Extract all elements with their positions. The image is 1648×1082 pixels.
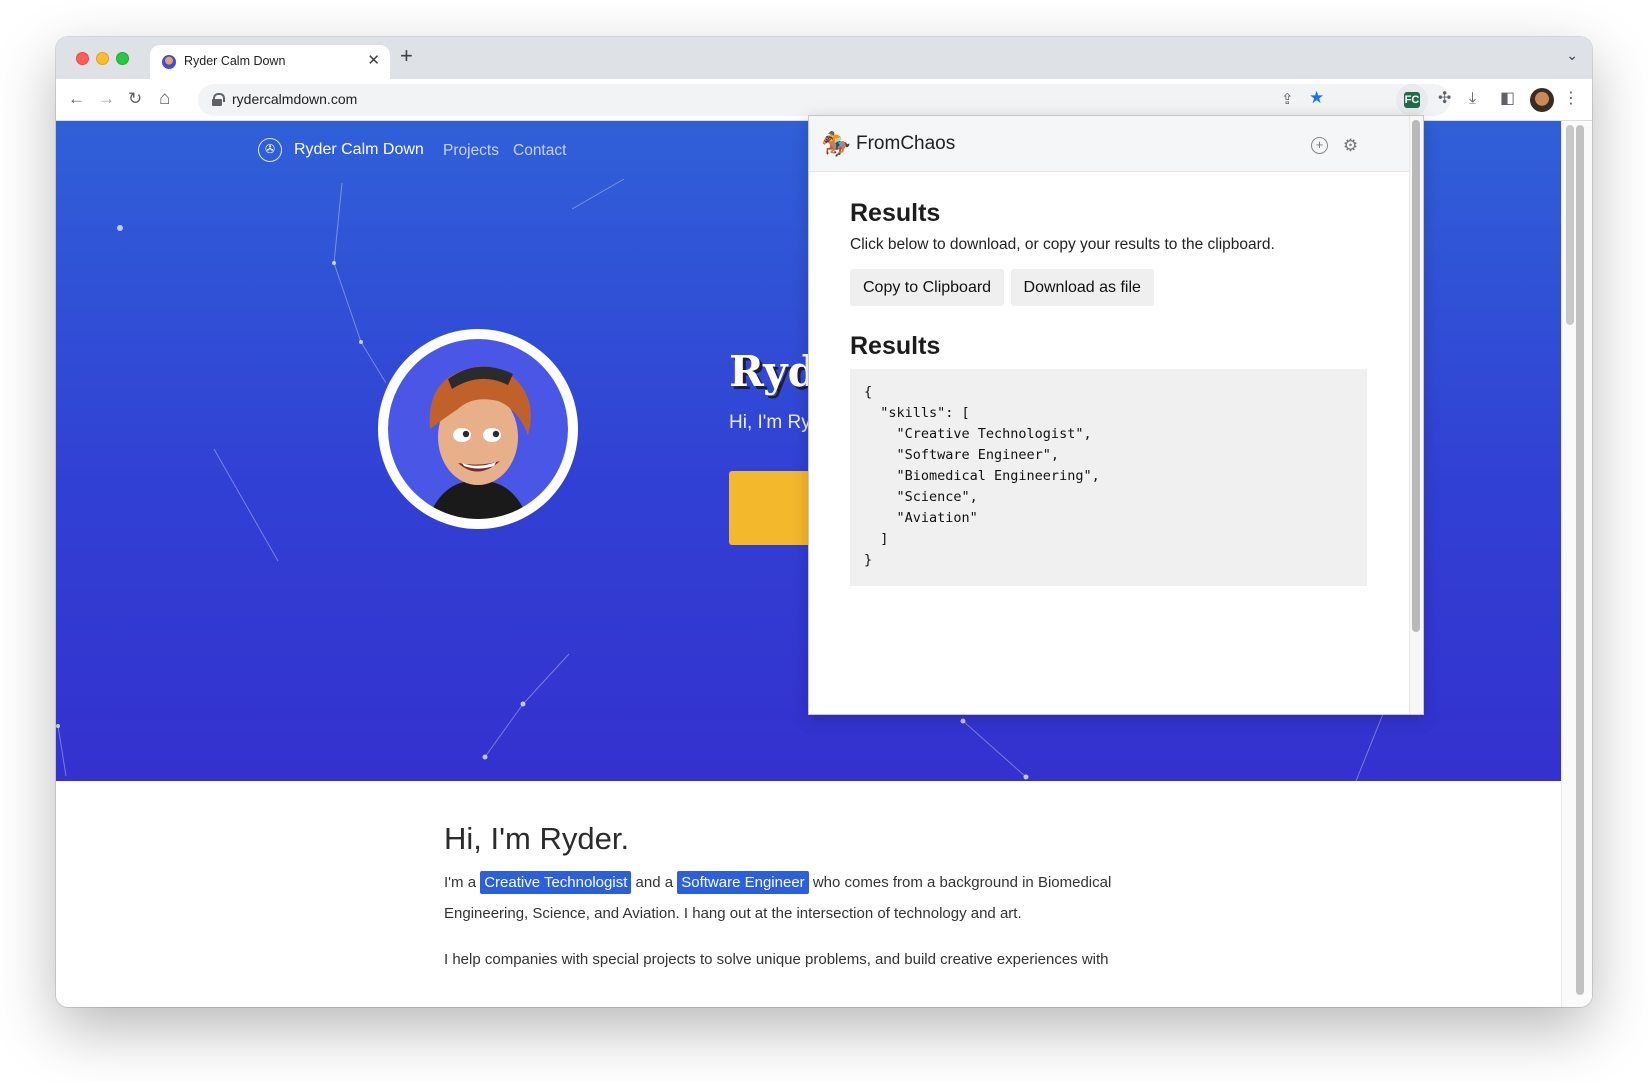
tab-favicon-icon [162, 55, 176, 69]
popup-header: 🏇 FromChaos + ⚙ [809, 116, 1423, 172]
maximize-window-button[interactable] [116, 52, 129, 65]
extensions-puzzle-icon[interactable]: ✣ [1438, 89, 1451, 109]
about-section: Hi, I'm Ryder. I'm a Creative Technologi… [444, 821, 1164, 975]
fromchaos-extension-icon: FC [1404, 92, 1420, 108]
about-mid: and a [635, 874, 674, 891]
share-icon[interactable]: ⇪ [1281, 90, 1294, 108]
popup-scrollbar-thumb[interactable] [1412, 120, 1420, 632]
add-icon[interactable]: + [1311, 137, 1328, 154]
fromchaos-extension-button[interactable]: FC [1396, 84, 1428, 116]
side-panel-icon[interactable]: ◧ [1500, 89, 1515, 109]
settings-gear-icon[interactable]: ⚙ [1342, 137, 1359, 154]
home-button[interactable]: ⌂ [159, 89, 170, 109]
fromchaos-extension-popup: 🏇 FromChaos + ⚙ Results Click below to d… [808, 115, 1424, 715]
url-text[interactable]: rydercalmdown.com [232, 91, 357, 107]
tab-search-icon[interactable]: ⌄ [1566, 47, 1578, 64]
fromchaos-logo-icon: 🏇 [821, 131, 851, 158]
results-heading: Results [850, 199, 941, 227]
about-heading: Hi, I'm Ryder. [444, 821, 630, 856]
page-scrollbar-thumb-secondary[interactable] [1566, 125, 1574, 325]
forward-button[interactable]: → [98, 89, 115, 109]
highlight-software-engineer: Software Engineer [677, 871, 809, 894]
profile-photo [378, 329, 578, 529]
nav-link-projects[interactable]: Projects [443, 142, 499, 160]
site-logo-icon[interactable]: ✇ [258, 138, 282, 162]
download-as-file-button[interactable]: Download as file [1010, 269, 1154, 306]
highlight-creative-technologist: Creative Technologist [480, 871, 632, 894]
bookmark-star-icon[interactable]: ★ [1309, 88, 1324, 108]
results-output-heading: Results [850, 332, 941, 360]
profile-photo-image [388, 339, 568, 519]
copy-to-clipboard-button[interactable]: Copy to Clipboard [850, 269, 1005, 306]
tab-active[interactable]: Ryder Calm Down ✕ [150, 45, 390, 79]
json-results-output[interactable]: { "skills": [ "Creative Technologist", "… [850, 369, 1367, 586]
tab-close-icon[interactable]: ✕ [367, 51, 380, 69]
site-name-link[interactable]: Ryder Calm Down [294, 141, 424, 159]
lock-icon[interactable] [212, 93, 225, 106]
about-second-paragraph: I help companies with special projects t… [444, 951, 1109, 968]
browser-window: Ryder Calm Down ✕ + ⌄ ← → ↻ ⌂ rydercalmd… [56, 37, 1592, 1007]
popup-body: Results Click below to download, or copy… [850, 176, 1370, 586]
address-bar[interactable]: rydercalmdown.com ⇪ ★ [198, 84, 1450, 116]
reload-button[interactable]: ↻ [128, 89, 142, 109]
popup-title: FromChaos [856, 133, 956, 154]
page-scrollbar-thumb[interactable] [1576, 125, 1584, 995]
download-icon[interactable]: ⤓ [1469, 89, 1476, 109]
minimize-window-button[interactable] [96, 52, 109, 65]
tab-title: Ryder Calm Down [184, 54, 286, 68]
tab-strip: Ryder Calm Down ✕ + ⌄ [56, 37, 1592, 79]
browser-menu-icon[interactable]: ⋮ [1563, 89, 1579, 109]
nav-link-contact[interactable]: Contact [513, 142, 566, 160]
profile-avatar[interactable] [1530, 88, 1554, 112]
new-tab-button[interactable]: + [400, 43, 413, 69]
action-button-row: Copy to Clipboard Download as file [850, 269, 1370, 306]
about-paragraph: I'm a Creative Technologist and a Softwa… [444, 867, 1164, 929]
about-prefix: I'm a [444, 874, 477, 891]
hero-subtitle: Hi, I'm Ry [729, 412, 811, 433]
results-description: Click below to download, or copy your re… [850, 236, 1275, 253]
close-window-button[interactable] [76, 52, 89, 65]
back-button[interactable]: ← [68, 89, 85, 109]
